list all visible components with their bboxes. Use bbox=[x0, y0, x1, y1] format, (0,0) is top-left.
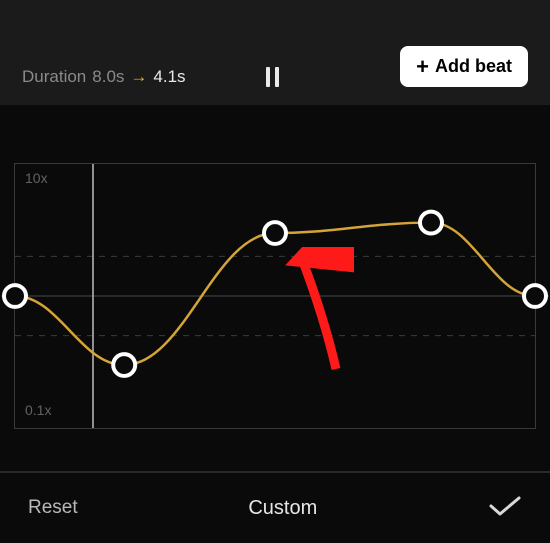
curve-mode-label[interactable]: Custom bbox=[248, 497, 317, 520]
duration-old-value: 8.0s bbox=[92, 67, 124, 87]
curve-point[interactable] bbox=[264, 222, 286, 244]
curve-canvas[interactable] bbox=[1, 164, 549, 428]
add-beat-button[interactable]: + Add beat bbox=[400, 46, 528, 87]
checkmark-icon bbox=[488, 494, 522, 518]
curve-point[interactable] bbox=[524, 285, 546, 307]
duration-label: Duration bbox=[22, 67, 86, 87]
curve-point[interactable] bbox=[4, 285, 26, 307]
duration-new-value: 4.1s bbox=[153, 67, 185, 87]
bottom-bar: Reset Custom bbox=[0, 471, 550, 543]
speed-curve-editor[interactable]: 10x 0.1x bbox=[0, 105, 550, 429]
add-beat-label: Add beat bbox=[435, 56, 512, 77]
toolbar: Duration 8.0s → 4.1s + Add beat bbox=[0, 0, 550, 105]
duration-readout: Duration 8.0s → 4.1s bbox=[22, 67, 186, 87]
reset-button[interactable]: Reset bbox=[28, 497, 78, 519]
pause-icon[interactable] bbox=[266, 67, 279, 87]
curve-point[interactable] bbox=[113, 354, 135, 376]
confirm-button[interactable] bbox=[488, 494, 522, 523]
arrow-right-icon: → bbox=[130, 67, 147, 87]
graph-frame: 10x 0.1x bbox=[14, 163, 536, 429]
curve-point[interactable] bbox=[420, 212, 442, 234]
plus-icon: + bbox=[416, 58, 429, 76]
